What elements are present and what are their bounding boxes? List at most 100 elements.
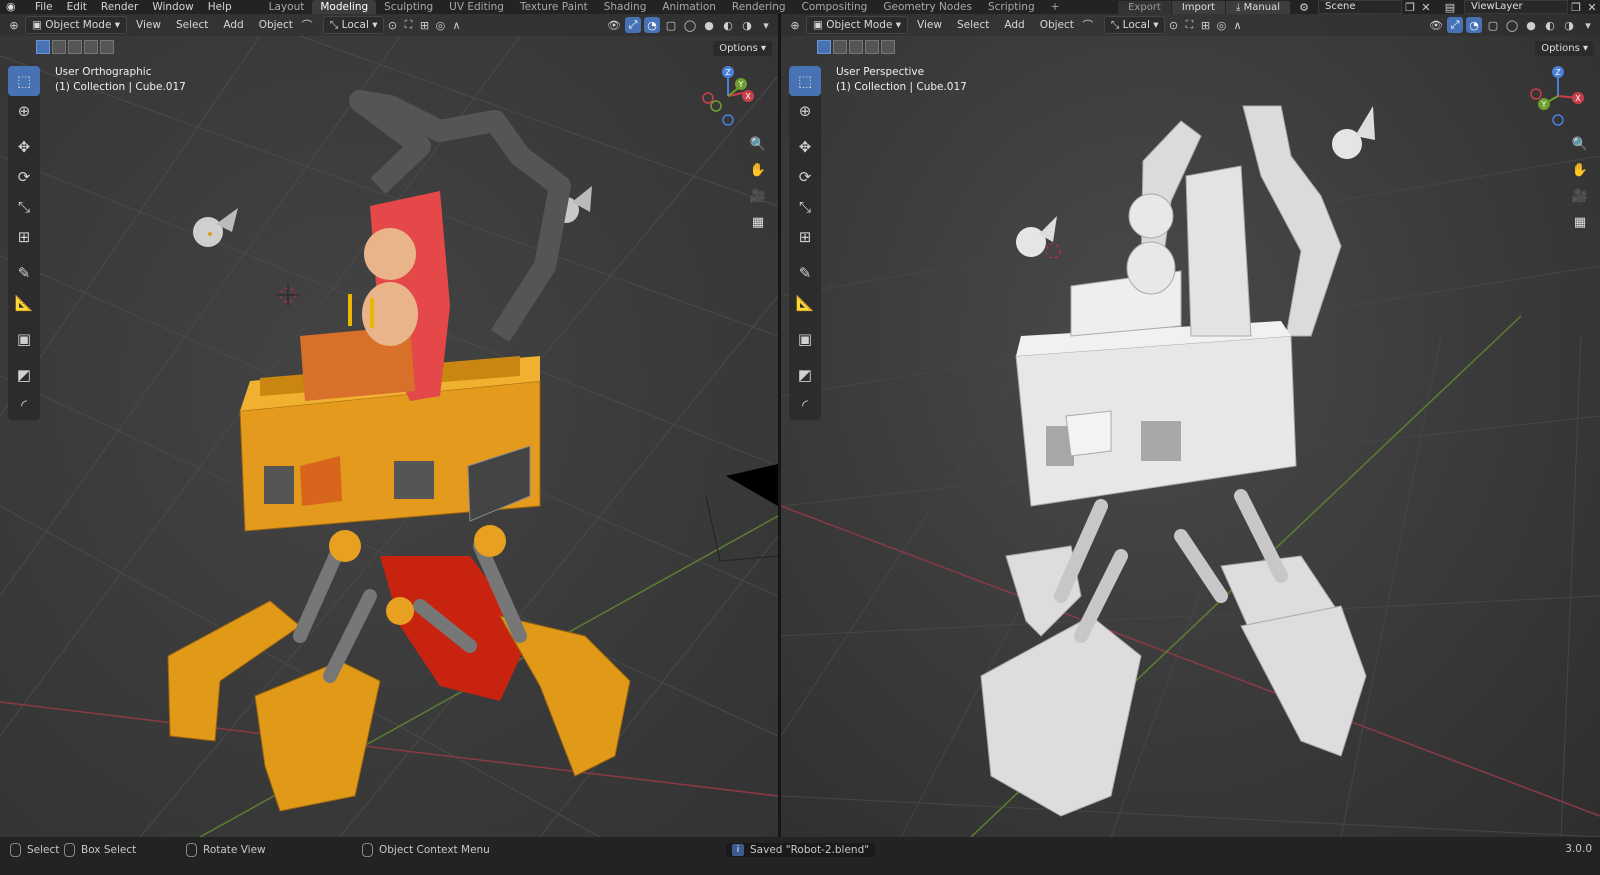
move-tool-icon[interactable]: ✥	[8, 132, 40, 162]
gizmo-toggle-icon[interactable]: ⤢	[625, 17, 641, 33]
snap-target-icon[interactable]: ⊞	[416, 17, 432, 33]
proportional-edit-icon-right[interactable]: ◎	[1213, 17, 1229, 33]
new-scene-icon[interactable]: ❐	[1402, 0, 1418, 15]
snap-icon-right[interactable]: ⛶	[1181, 17, 1197, 33]
tab-sculpting[interactable]: Sculpting	[376, 0, 441, 14]
tab-compositing[interactable]: Compositing	[794, 0, 876, 14]
tab-geometry-nodes[interactable]: Geometry Nodes	[875, 0, 980, 14]
scale-tool-icon-right[interactable]: ⤡	[789, 192, 821, 222]
measure-tool-icon[interactable]: 📐	[8, 288, 40, 318]
viewport-right[interactable]: ⊕ ▣ Object Mode ▾ View Select Add Object…	[781, 14, 1600, 837]
select-intersect-icon[interactable]	[100, 40, 114, 54]
select-box-tool-icon[interactable]: ⬚	[8, 66, 40, 96]
view-menu[interactable]: View	[130, 17, 167, 33]
falloff-icon-right[interactable]: ∧	[1229, 17, 1245, 33]
select-subtract-icon-right[interactable]	[849, 40, 863, 54]
add-cube-tool-icon[interactable]: ▣	[8, 324, 40, 354]
tab-rendering[interactable]: Rendering	[724, 0, 794, 14]
select-intersect-icon-right[interactable]	[881, 40, 895, 54]
cursor-tool-icon-right[interactable]: ⊕	[789, 96, 821, 126]
view-menu-right[interactable]: View	[911, 17, 948, 33]
visibility-icon[interactable]: 👁	[606, 17, 622, 33]
import-button[interactable]: Import	[1171, 0, 1226, 14]
mode-dropdown-right[interactable]: ▣ Object Mode ▾	[806, 16, 909, 34]
navigation-gizmo-right[interactable]: Z X Y	[1526, 64, 1590, 128]
pivot-icon[interactable]: ⊙	[384, 17, 400, 33]
material-shading-icon[interactable]: ◐	[720, 17, 736, 33]
cursor-tool-icon[interactable]: ⊕	[8, 96, 40, 126]
shear-tool-icon-right[interactable]: ◩	[789, 360, 821, 390]
export-button[interactable]: Export	[1118, 0, 1171, 14]
tab-animation[interactable]: Animation	[654, 0, 724, 14]
falloff-icon[interactable]: ∧	[448, 17, 464, 33]
transform-orientation-dropdown-right[interactable]: ⤡ Local ▾	[1103, 16, 1166, 34]
zoom-icon[interactable]: 🔍	[748, 134, 768, 154]
perspective-grid-icon[interactable]: ▦	[1570, 212, 1590, 232]
annotate-tool-icon[interactable]: ✎	[8, 258, 40, 288]
gizmo-toggle-icon-right[interactable]: ⤢	[1447, 17, 1463, 33]
select-subtract-icon[interactable]	[68, 40, 82, 54]
scene-icon[interactable]: ⚙	[1296, 0, 1312, 15]
ortho-grid-icon[interactable]: ▦	[748, 212, 768, 232]
shading-options-icon[interactable]: ▾	[758, 17, 774, 33]
status-saved-report[interactable]: i Saved "Robot-2.blend"	[726, 843, 876, 857]
menu-file[interactable]: File	[28, 0, 60, 14]
options-dropdown[interactable]: Options ▾	[713, 41, 772, 56]
blender-logo-icon[interactable]: ◉	[6, 0, 20, 14]
add-cube-tool-icon-right[interactable]: ▣	[789, 324, 821, 354]
proportional-edit-icon[interactable]: ◎	[432, 17, 448, 33]
rendered-shading-icon[interactable]: ◑	[739, 17, 755, 33]
select-new-icon-right[interactable]	[817, 40, 831, 54]
tab-uv-editing[interactable]: UV Editing	[441, 0, 512, 14]
shading-options-icon-right[interactable]: ▾	[1580, 17, 1596, 33]
annotate-tool-icon-right[interactable]: ✎	[789, 258, 821, 288]
select-menu-right[interactable]: Select	[951, 17, 995, 33]
snap-icon[interactable]: ⛶	[400, 17, 416, 33]
menu-render[interactable]: Render	[94, 0, 145, 14]
rotate-tool-icon-right[interactable]: ⟳	[789, 162, 821, 192]
overlay-toggle-icon[interactable]: ◔	[644, 17, 660, 33]
scene-field[interactable]: Scene	[1318, 0, 1402, 14]
delete-scene-icon[interactable]: ✕	[1418, 0, 1434, 15]
options-dropdown-right[interactable]: Options ▾	[1535, 41, 1594, 56]
tab-shading[interactable]: Shading	[596, 0, 655, 14]
menu-window[interactable]: Window	[145, 0, 200, 14]
solid-shading-icon-right[interactable]: ●	[1523, 17, 1539, 33]
wireframe-shading-icon[interactable]: ◯	[682, 17, 698, 33]
camera-view-icon[interactable]: 🎥	[748, 186, 768, 206]
menu-help[interactable]: Help	[201, 0, 239, 14]
add-menu-right[interactable]: Add	[998, 17, 1030, 33]
pan-hand-icon[interactable]: ✋	[748, 160, 768, 180]
delete-view-layer-icon[interactable]: ✕	[1584, 0, 1600, 15]
view-layer-field[interactable]: ViewLayer	[1464, 0, 1568, 14]
overlay-toggle-icon-right[interactable]: ◔	[1466, 17, 1482, 33]
transform-orientation-dropdown[interactable]: ⤡ Local ▾	[322, 16, 385, 34]
gizmo-mode-icon[interactable]: ⌒	[299, 17, 315, 33]
menu-edit[interactable]: Edit	[60, 0, 94, 14]
snap-target-icon-right[interactable]: ⊞	[1197, 17, 1213, 33]
shear-tool-icon[interactable]: ◩	[8, 360, 40, 390]
view-layer-icon[interactable]: ▤	[1442, 0, 1458, 15]
manual-button[interactable]: ⤓ Manual	[1226, 0, 1290, 14]
navigation-gizmo-left[interactable]: Z X Y	[696, 64, 760, 128]
transform-tool-icon[interactable]: ⊞	[8, 222, 40, 252]
tab-scripting[interactable]: Scripting	[980, 0, 1043, 14]
material-shading-icon-right[interactable]: ◐	[1542, 17, 1558, 33]
tab-texture-paint[interactable]: Texture Paint	[512, 0, 596, 14]
tab-modeling[interactable]: Modeling	[312, 0, 377, 14]
editor-type-icon[interactable]: ⊕	[6, 17, 22, 33]
solid-shading-icon[interactable]: ●	[701, 17, 717, 33]
new-view-layer-icon[interactable]: ❐	[1568, 0, 1584, 15]
object-menu-right[interactable]: Object	[1034, 17, 1080, 33]
viewport-left[interactable]: ⊕ ▣ Object Mode ▾ View Select Add Object…	[0, 14, 778, 837]
select-extend-icon-right[interactable]	[833, 40, 847, 54]
select-new-icon[interactable]	[36, 40, 50, 54]
select-extend-icon[interactable]	[52, 40, 66, 54]
add-menu[interactable]: Add	[217, 17, 249, 33]
pivot-icon-right[interactable]: ⊙	[1165, 17, 1181, 33]
measure-tool-icon-right[interactable]: 📐	[789, 288, 821, 318]
scale-tool-icon[interactable]: ⤡	[8, 192, 40, 222]
bend-tool-icon[interactable]: ◜	[8, 390, 40, 420]
editor-type-icon-right[interactable]: ⊕	[787, 17, 803, 33]
xray-icon[interactable]: ▢	[663, 17, 679, 33]
